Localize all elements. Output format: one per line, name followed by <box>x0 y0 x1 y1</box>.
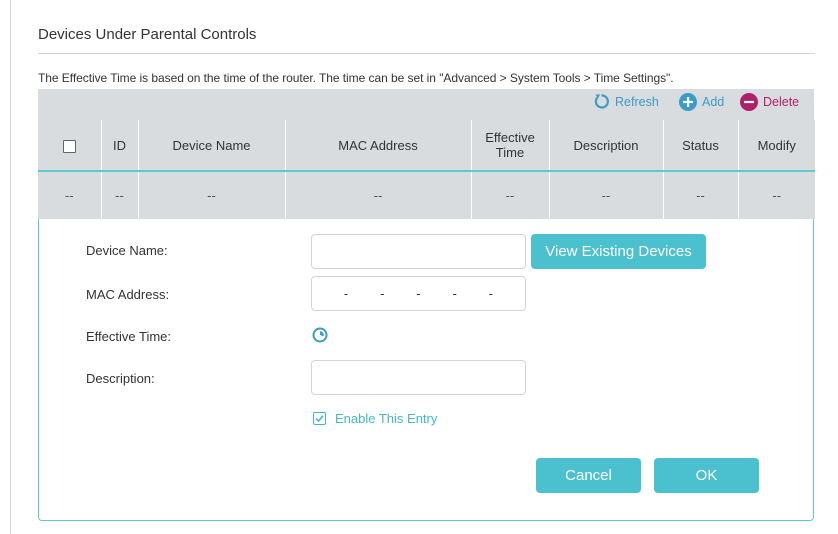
description-label: Description: <box>86 371 155 386</box>
add-button[interactable]: Add <box>679 93 724 111</box>
table-cell: -- <box>138 171 286 219</box>
table-cell: -- <box>101 171 139 219</box>
mac-separator: - <box>452 286 457 301</box>
enable-entry-toggle[interactable]: Enable This Entry <box>313 411 437 426</box>
table-cell: -- <box>549 171 664 219</box>
enable-entry-label: Enable This Entry <box>335 411 438 426</box>
left-border <box>10 0 11 534</box>
time-note: The Effective Time is based on the time … <box>38 71 674 85</box>
enable-entry-checkbox[interactable] <box>313 412 326 425</box>
device-name-input[interactable] <box>311 234 526 269</box>
mac-address-label: MAC Address: <box>86 287 170 302</box>
table-row: -- -- -- -- -- -- -- -- <box>38 171 815 219</box>
add-icon <box>679 93 697 111</box>
device-name-label: Device Name: <box>86 243 168 258</box>
table-toolbar: Refresh Add Delete <box>38 89 814 120</box>
effective-time-button[interactable] <box>312 327 328 348</box>
table-cell: -- <box>663 171 739 219</box>
section-title: Devices Under Parental Controls <box>38 26 257 43</box>
refresh-icon <box>594 94 609 109</box>
table-cell: -- <box>38 171 102 219</box>
table-header-row: ID Device Name MAC Address Effective Tim… <box>38 120 815 171</box>
delete-label: Delete <box>763 95 800 109</box>
select-all-cell[interactable] <box>38 120 102 171</box>
mac-address-input[interactable]: - - - - - <box>311 276 526 311</box>
column-header-effective-time: Effective Time <box>471 120 550 171</box>
mac-separator: - <box>416 286 421 301</box>
table-cell: -- <box>285 171 472 219</box>
column-header-mac-address: MAC Address <box>285 120 472 171</box>
delete-icon <box>740 93 758 111</box>
refresh-button[interactable]: Refresh <box>593 93 659 110</box>
cancel-button[interactable]: Cancel <box>536 458 641 493</box>
table-cell: -- <box>471 171 550 219</box>
column-header-status: Status <box>663 120 739 171</box>
mac-separator: - <box>488 286 494 301</box>
mac-separator: - <box>343 286 349 301</box>
column-header-modify: Modify <box>757 137 796 153</box>
checkmark-icon <box>315 415 324 423</box>
select-all-checkbox[interactable] <box>62 139 76 153</box>
devices-table: ID Device Name MAC Address Effective Tim… <box>38 120 815 219</box>
ok-button[interactable]: OK <box>654 458 759 493</box>
title-divider <box>38 53 815 54</box>
column-header-id: ID <box>101 120 139 171</box>
table-panel: Refresh Add Delete <box>38 89 814 120</box>
add-label: Add <box>702 95 725 109</box>
mac-separator: - <box>380 286 385 301</box>
clock-icon <box>312 327 328 343</box>
effective-time-label: Effective Time: <box>86 329 172 344</box>
column-header-description: Description <box>549 120 664 171</box>
table-cell: -- <box>772 188 782 203</box>
refresh-label: Refresh <box>615 94 659 109</box>
column-header-device-name: Device Name <box>138 120 286 171</box>
description-input[interactable] <box>311 360 526 395</box>
view-existing-devices-button[interactable]: View Existing Devices <box>531 234 706 269</box>
delete-button[interactable]: Delete <box>740 93 799 111</box>
